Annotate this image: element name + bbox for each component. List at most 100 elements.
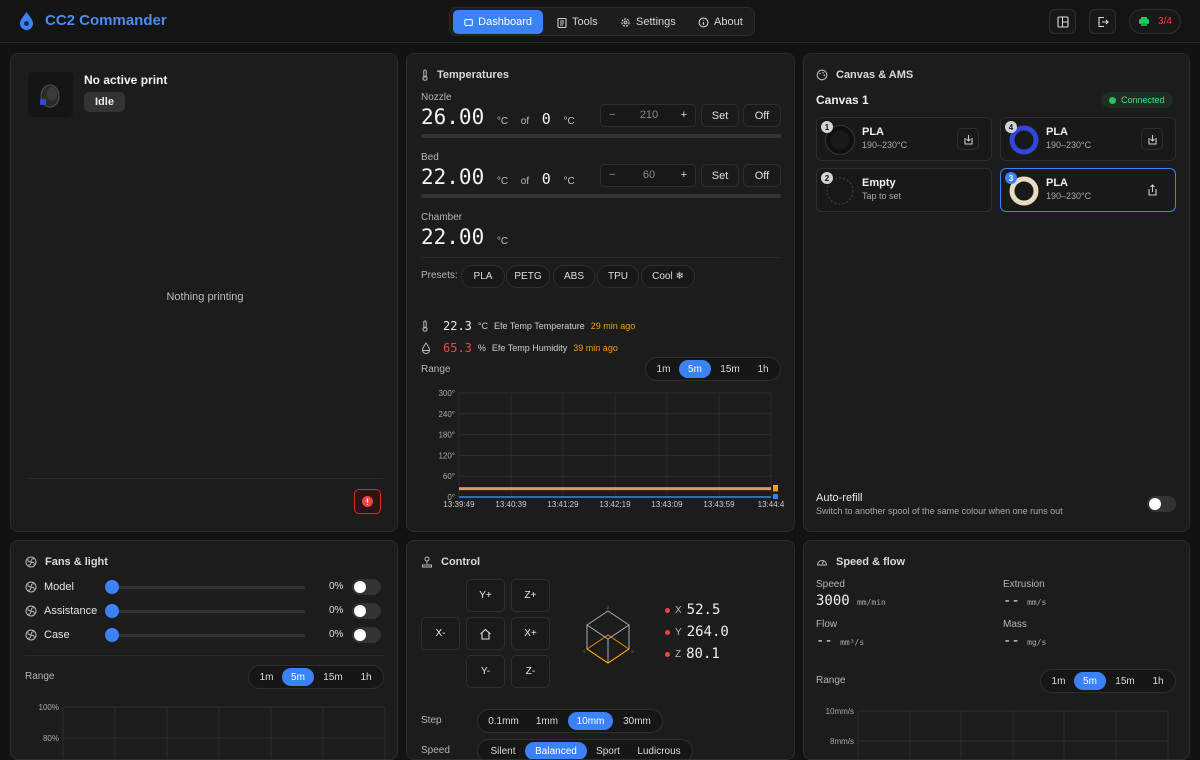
step-option[interactable]: 1mm [528,712,566,730]
clipboard-icon [557,17,567,28]
range-1m[interactable]: 1m [252,668,281,686]
range-5m[interactable]: 5m [282,668,314,686]
fan-label: Model [44,581,74,593]
speed-option[interactable]: Sport [588,742,628,759]
tab-label: About [714,16,743,28]
flow-unit: mm³/s [840,638,865,647]
nozzle-target-input[interactable]: 210 [637,109,661,121]
bed-off-button[interactable]: Off [743,164,781,187]
droplet-icon [421,342,431,354]
tab-about[interactable]: About [687,10,754,34]
nozzle-off-button[interactable]: Off [743,104,781,127]
range-1h[interactable]: 1h [749,360,777,378]
preset-tpu-button[interactable]: TPU [597,265,639,288]
ams-slot[interactable]: 2 Empty Tap to set [816,168,992,212]
jog-y-minus-button[interactable]: Y- [466,655,505,688]
fan-slider-thumb[interactable] [105,628,119,642]
sensor-ago: 39 min ago [573,343,618,353]
preset-pla-button[interactable]: PLA [461,265,505,288]
range-15m[interactable]: 15m [713,360,747,378]
emergency-stop-button[interactable] [354,489,381,514]
axis-label: Z [675,648,682,660]
brand[interactable]: CC2 Commander [18,11,167,30]
speed-option[interactable]: Ludicrous [629,742,689,759]
bed-target-input[interactable]: 60 [637,169,661,181]
tab-settings[interactable]: Settings [609,10,687,34]
layout-button[interactable] [1049,9,1076,34]
load-button[interactable] [1141,128,1163,150]
fan-label: Assistance [44,605,98,617]
unit: °C [496,116,509,127]
range-1m[interactable]: 1m [1044,672,1073,690]
jog-z-minus-button[interactable]: Z- [511,655,550,688]
fan-value: 0% [329,605,344,616]
range-5m[interactable]: 5m [679,360,711,378]
nozzle-temp-readout: 26.00 °C of 0 °C [421,105,575,129]
fan-icon [25,581,37,593]
speed-option[interactable]: Silent [482,742,524,759]
printer-count-badge[interactable]: 3/4 [1129,9,1181,34]
ams-slot[interactable]: 4 PLA 190–230°C [1000,117,1176,161]
decrement-button[interactable]: − [609,109,615,121]
range-label: Range [816,675,846,686]
connection-status-badge: Connected [1101,92,1173,108]
print-card: No active print Idle Nothing printing [10,53,398,532]
fan-slider-thumb[interactable] [105,604,119,618]
nozzle-set-button[interactable]: Set [701,104,739,127]
increment-button[interactable]: + [681,169,687,181]
position-x-readout: X 52.5 [665,602,720,618]
increment-button[interactable]: + [681,109,687,121]
fan-toggle[interactable] [352,603,381,619]
fan-slider-thumb[interactable] [105,580,119,594]
range-1h[interactable]: 1h [352,668,380,686]
svg-text:Z: Z [607,605,610,610]
autorefill-toggle[interactable] [1147,496,1176,512]
range-15m[interactable]: 15m [316,668,350,686]
speed-option-selected[interactable]: Balanced [525,742,587,759]
divider [25,655,385,656]
jog-x-plus-button[interactable]: X+ [511,617,550,650]
axis-label: X [675,604,682,616]
ams-slot[interactable]: 1 PLA 190–230°C [816,117,992,161]
decrement-button[interactable]: − [609,169,615,181]
y-tick-label: 180° [438,431,455,440]
ams-slot-active[interactable]: 3 PLA 190–230°C [1000,168,1176,212]
fan-toggle[interactable] [352,627,381,643]
unit: °C [563,116,575,127]
fan-row-model: Model 0% [25,579,395,595]
print-status-title: No active print [84,73,168,87]
home-button[interactable] [466,617,505,650]
extrusion-label: Extrusion [1003,579,1045,590]
range-1m[interactable]: 1m [649,360,678,378]
card-header: Canvas & AMS [816,69,913,81]
preset-abs-button[interactable]: ABS [553,265,595,288]
unload-button[interactable] [1141,179,1163,201]
range-5m[interactable]: 5m [1074,672,1106,690]
logout-button[interactable] [1089,9,1116,34]
preset-petg-button[interactable]: PETG [506,265,550,288]
step-option[interactable]: 0.1mm [482,712,525,730]
jog-y-plus-button[interactable]: Y+ [466,579,505,612]
step-label: Step [421,715,442,726]
step-option[interactable]: 30mm [615,712,659,730]
fan-slider-track[interactable] [109,610,305,613]
tab-tools[interactable]: Tools [546,10,609,34]
tab-dashboard[interactable]: Dashboard [453,10,543,34]
empty-state-text: Nothing printing [166,291,244,303]
range-1h[interactable]: 1h [1144,672,1172,690]
unit: °C [496,236,509,247]
bed-set-button[interactable]: Set [701,164,739,187]
fan-slider-track[interactable] [109,634,305,637]
preset-cool-button[interactable]: Cool ❄ [641,265,695,288]
step-option-selected[interactable]: 10mm [568,712,613,730]
fan-icon [25,556,37,568]
load-button[interactable] [957,128,979,150]
flow-readout: -- mm³/s [816,633,864,649]
fan-slider-track[interactable] [109,586,305,589]
jog-x-minus-button[interactable]: X- [421,617,460,650]
axis-value: 264.0 [686,624,729,640]
range-15m[interactable]: 15m [1108,672,1142,690]
jog-z-plus-button[interactable]: Z+ [511,579,550,612]
mass-unit: mg/s [1027,638,1047,647]
fan-toggle[interactable] [352,579,381,595]
